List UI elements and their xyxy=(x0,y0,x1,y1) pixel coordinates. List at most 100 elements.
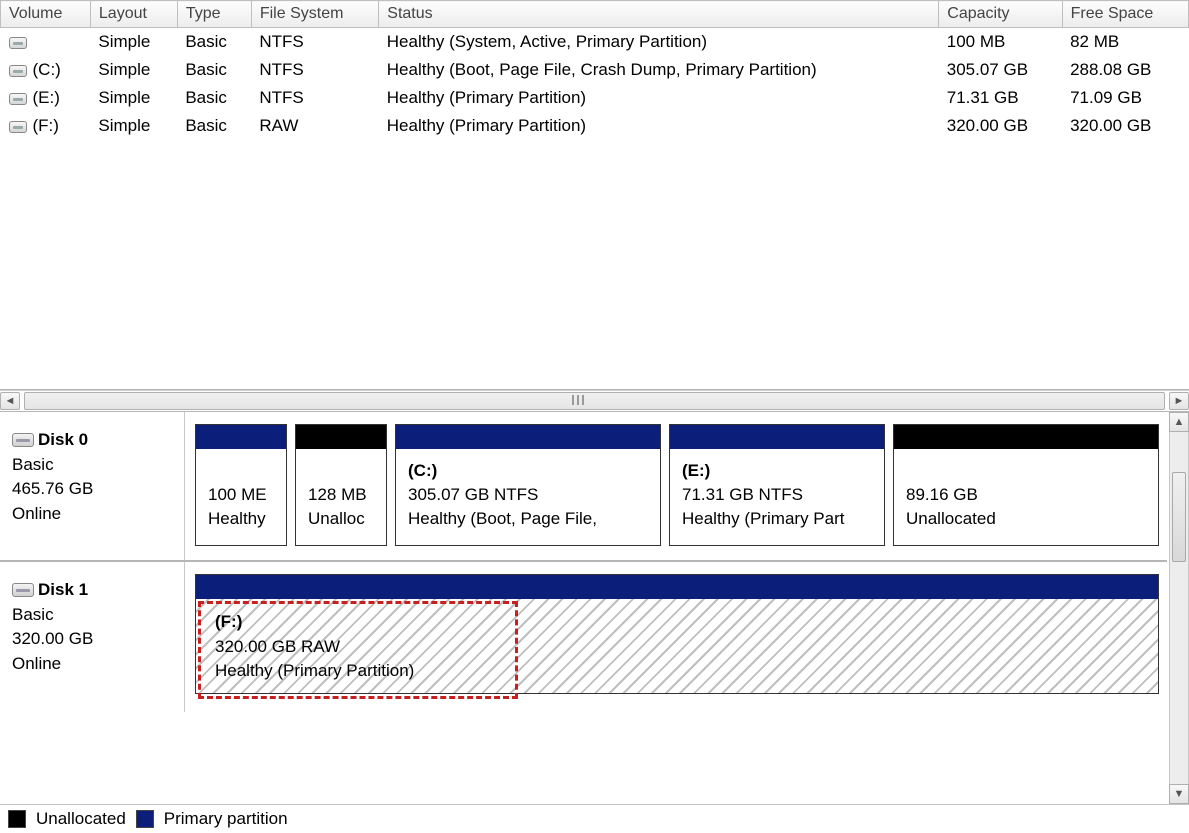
stripe-unallocated xyxy=(894,425,1158,449)
volume-name: (E:) xyxy=(33,88,60,107)
volume-icon xyxy=(9,65,27,77)
col-layout[interactable]: Layout xyxy=(90,1,177,28)
partition-status: Healthy (Primary Partition) xyxy=(215,661,414,680)
scroll-up-button[interactable]: ▲ xyxy=(1169,412,1189,432)
volume-list-pane: Volume Layout Type File System Status Ca… xyxy=(0,0,1189,390)
col-volume[interactable]: Volume xyxy=(1,1,91,28)
cell-free: 320.00 GB xyxy=(1062,112,1188,140)
partition-status: Healthy xyxy=(208,509,266,528)
cell-layout: Simple xyxy=(90,84,177,112)
scroll-track[interactable] xyxy=(1169,432,1189,784)
partition-size: 100 ME xyxy=(208,485,267,504)
partition-size: 71.31 GB NTFS xyxy=(682,485,803,504)
volume-icon xyxy=(9,93,27,105)
cell-capacity: 305.07 GB xyxy=(939,56,1062,84)
disk-type: Basic xyxy=(12,605,54,624)
partition-status: Healthy (Boot, Page File, xyxy=(408,509,597,528)
partition-size: 128 MB xyxy=(308,485,367,504)
disk-icon xyxy=(12,583,34,597)
scroll-left-button[interactable]: ◄ xyxy=(0,392,20,410)
disk-name: Disk 0 xyxy=(38,430,88,449)
disk-type: Basic xyxy=(12,455,54,474)
disk-info[interactable]: Disk 1 Basic 320.00 GB Online xyxy=(0,562,185,712)
volume-icon xyxy=(9,37,27,49)
partition-size: 305.07 GB NTFS xyxy=(408,485,538,504)
volume-table[interactable]: Volume Layout Type File System Status Ca… xyxy=(0,0,1189,140)
cell-capacity: 100 MB xyxy=(939,28,1062,57)
volume-icon xyxy=(9,121,27,133)
scroll-track[interactable] xyxy=(24,392,1165,410)
stripe-primary xyxy=(670,425,884,449)
partition-block[interactable]: (E:) 71.31 GB NTFS Healthy (Primary Part xyxy=(669,424,885,546)
cell-type: Basic xyxy=(177,56,251,84)
legend-label-unallocated: Unallocated xyxy=(36,809,126,829)
stripe-unallocated xyxy=(296,425,386,449)
col-capacity[interactable]: Capacity xyxy=(939,1,1062,28)
col-status[interactable]: Status xyxy=(379,1,939,28)
cell-free: 288.08 GB xyxy=(1062,56,1188,84)
partition-block[interactable]: (F:) 320.00 GB RAW Healthy (Primary Part… xyxy=(195,574,1159,694)
stripe-primary xyxy=(196,575,1158,599)
partition-status: Unallocated xyxy=(906,509,996,528)
disk-icon xyxy=(12,433,34,447)
partition-track: 100 ME Healthy 128 MB Unalloc (C:) xyxy=(185,412,1167,560)
stripe-primary xyxy=(396,425,660,449)
volume-name: (C:) xyxy=(33,60,61,79)
disk-row[interactable]: Disk 1 Basic 320.00 GB Online (F:) 320.0… xyxy=(0,562,1167,712)
scroll-right-button[interactable]: ► xyxy=(1169,392,1189,410)
cell-fs: NTFS xyxy=(251,28,378,57)
partition-size: 320.00 GB RAW xyxy=(215,637,340,656)
col-filesystem[interactable]: File System xyxy=(251,1,378,28)
disk-name: Disk 1 xyxy=(38,580,88,599)
legend-swatch-primary xyxy=(136,810,154,828)
legend-label-primary: Primary partition xyxy=(164,809,288,829)
disk-state: Online xyxy=(12,504,61,523)
legend: Unallocated Primary partition xyxy=(0,804,1189,833)
partition-block[interactable]: (C:) 305.07 GB NTFS Healthy (Boot, Page … xyxy=(395,424,661,546)
scroll-thumb[interactable] xyxy=(1172,472,1186,562)
cell-layout: Simple xyxy=(90,56,177,84)
cell-type: Basic xyxy=(177,28,251,57)
disk-info[interactable]: Disk 0 Basic 465.76 GB Online xyxy=(0,412,185,560)
disk-map-pane: Disk 0 Basic 465.76 GB Online 100 ME Hea… xyxy=(0,412,1189,804)
cell-fs: NTFS xyxy=(251,84,378,112)
partition-label: (F:) xyxy=(215,612,242,631)
cell-capacity: 71.31 GB xyxy=(939,84,1062,112)
scroll-grip-icon xyxy=(572,395,598,405)
cell-fs: RAW xyxy=(251,112,378,140)
cell-status: Healthy (System, Active, Primary Partiti… xyxy=(379,28,939,57)
partition-block[interactable]: 128 MB Unalloc xyxy=(295,424,387,546)
partition-track: (F:) 320.00 GB RAW Healthy (Primary Part… xyxy=(185,562,1167,712)
cell-status: Healthy (Primary Partition) xyxy=(379,112,939,140)
legend-swatch-unallocated xyxy=(8,810,26,828)
highlighted-partition: (F:) 320.00 GB RAW Healthy (Primary Part… xyxy=(198,601,518,699)
partition-label: (C:) xyxy=(408,461,437,480)
horizontal-scrollbar[interactable]: ◄ ► xyxy=(0,390,1189,412)
volume-name: (F:) xyxy=(33,116,59,135)
partition-label: (E:) xyxy=(682,461,710,480)
cell-status: Healthy (Primary Partition) xyxy=(379,84,939,112)
disk-row[interactable]: Disk 0 Basic 465.76 GB Online 100 ME Hea… xyxy=(0,412,1167,562)
partition-status: Healthy (Primary Part xyxy=(682,509,844,528)
cell-status: Healthy (Boot, Page File, Crash Dump, Pr… xyxy=(379,56,939,84)
table-row[interactable]: (E:) Simple Basic NTFS Healthy (Primary … xyxy=(1,84,1189,112)
partition-block[interactable]: 89.16 GB Unallocated xyxy=(893,424,1159,546)
table-row[interactable]: Simple Basic NTFS Healthy (System, Activ… xyxy=(1,28,1189,57)
col-freespace[interactable]: Free Space xyxy=(1062,1,1188,28)
cell-free: 82 MB xyxy=(1062,28,1188,57)
vertical-scrollbar[interactable]: ▲ ▼ xyxy=(1169,412,1189,804)
col-type[interactable]: Type xyxy=(177,1,251,28)
table-row[interactable]: (F:) Simple Basic RAW Healthy (Primary P… xyxy=(1,112,1189,140)
cell-type: Basic xyxy=(177,84,251,112)
cell-type: Basic xyxy=(177,112,251,140)
stripe-primary xyxy=(196,425,286,449)
cell-capacity: 320.00 GB xyxy=(939,112,1062,140)
cell-free: 71.09 GB xyxy=(1062,84,1188,112)
scroll-down-button[interactable]: ▼ xyxy=(1169,784,1189,804)
disk-size: 320.00 GB xyxy=(12,629,93,648)
cell-fs: NTFS xyxy=(251,56,378,84)
disk-size: 465.76 GB xyxy=(12,479,93,498)
disk-state: Online xyxy=(12,654,61,673)
partition-block[interactable]: 100 ME Healthy xyxy=(195,424,287,546)
table-row[interactable]: (C:) Simple Basic NTFS Healthy (Boot, Pa… xyxy=(1,56,1189,84)
